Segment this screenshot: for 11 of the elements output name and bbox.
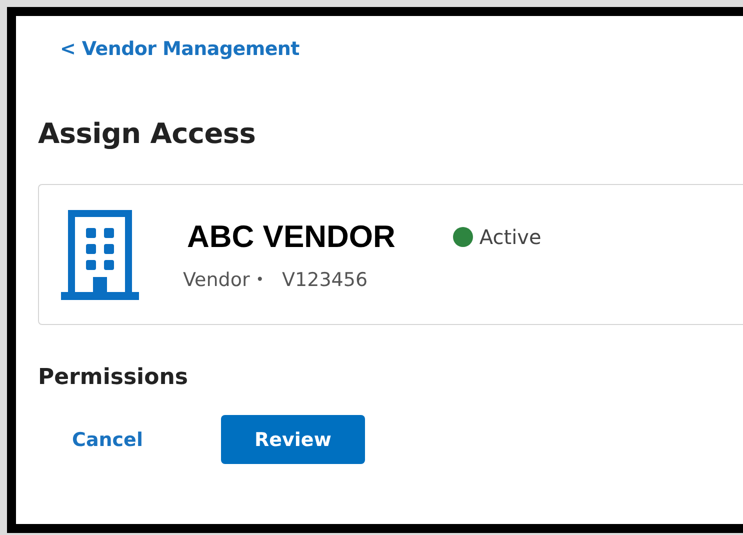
section-heading: Permissions [38, 365, 189, 390]
status-label: Active [479, 224, 542, 248]
back-link[interactable]: < Vendor Management [60, 38, 300, 60]
cancel-link[interactable]: Cancel [72, 428, 143, 450]
separator-dot: • [256, 272, 264, 288]
building-icon [61, 210, 139, 300]
vendor-type: Vendor [183, 268, 250, 290]
page-title: Assign Access [38, 120, 257, 148]
vendor-id: V123456 [282, 268, 368, 290]
vendor-name: ABC VENDOR [187, 218, 396, 254]
review-button[interactable]: Review [220, 415, 365, 464]
